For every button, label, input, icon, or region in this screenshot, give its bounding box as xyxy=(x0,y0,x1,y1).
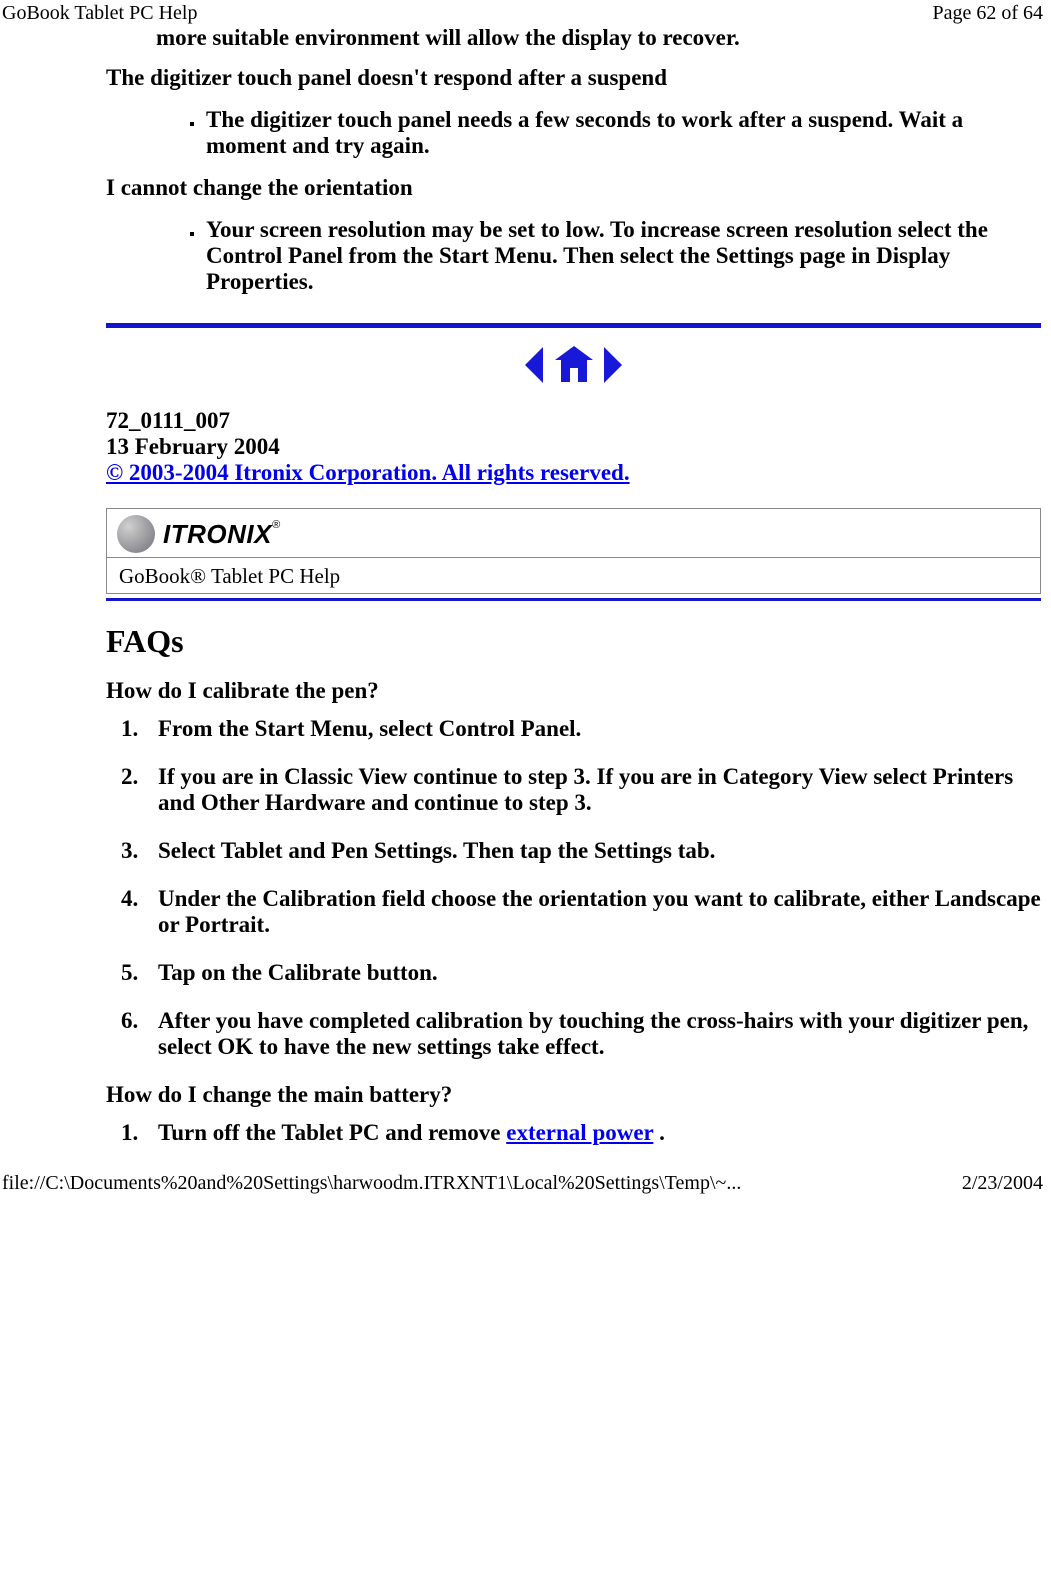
forward-icon[interactable] xyxy=(604,347,622,383)
document-date: 13 February 2004 xyxy=(106,434,1041,460)
divider-thin xyxy=(106,598,1041,601)
digitizer-heading: The digitizer touch panel doesn't respon… xyxy=(106,65,1041,91)
faq-q2-steps: Turn off the Tablet PC and remove extern… xyxy=(106,1120,1041,1146)
page-indicator: Page 62 of 64 xyxy=(932,2,1043,25)
footer-date: 2/23/2004 xyxy=(962,1172,1043,1195)
digitizer-bullet: The digitizer touch panel needs a few se… xyxy=(204,107,1041,159)
orientation-heading: I cannot change the orientation xyxy=(106,175,1041,201)
list-item: Select Tablet and Pen Settings. Then tap… xyxy=(144,838,1041,864)
document-id: 72_0111_007 xyxy=(106,408,1041,434)
list-item: Turn off the Tablet PC and remove extern… xyxy=(144,1120,1041,1146)
external-power-link[interactable]: external power xyxy=(506,1120,653,1145)
continuation-text: more suitable environment will allow the… xyxy=(156,25,1041,51)
back-icon[interactable] xyxy=(525,347,543,383)
globe-icon xyxy=(117,515,155,553)
faq-title: FAQs xyxy=(106,623,1041,660)
footer-path: file://C:\Documents%20and%20Settings\har… xyxy=(2,1172,741,1195)
faq-q1: How do I calibrate the pen? xyxy=(106,678,1041,704)
list-item: If you are in Classic View continue to s… xyxy=(144,764,1041,816)
list-item: From the Start Menu, select Control Pane… xyxy=(144,716,1041,742)
header-title: GoBook Tablet PC Help xyxy=(2,2,197,25)
nav-bar xyxy=(106,346,1041,384)
logo-cell: ITRONIX® xyxy=(106,508,1041,557)
copyright-link[interactable]: © 2003-2004 Itronix Corporation. All rig… xyxy=(106,460,630,485)
home-icon[interactable] xyxy=(555,346,593,384)
faq-q1-steps: From the Start Menu, select Control Pane… xyxy=(106,716,1041,1060)
step-text-pre: Turn off the Tablet PC and remove xyxy=(158,1120,506,1145)
step-text-post: . xyxy=(653,1120,665,1145)
divider xyxy=(106,323,1041,328)
list-item: Tap on the Calibrate button. xyxy=(144,960,1041,986)
orientation-bullet: Your screen resolution may be set to low… xyxy=(204,217,1041,295)
list-item: Under the Calibration field choose the o… xyxy=(144,886,1041,938)
list-item: After you have completed calibration by … xyxy=(144,1008,1041,1060)
faq-q2: How do I change the main battery? xyxy=(106,1082,1041,1108)
brand-logo-text: ITRONIX® xyxy=(163,519,281,550)
product-line: GoBook® Tablet PC Help xyxy=(106,557,1041,594)
